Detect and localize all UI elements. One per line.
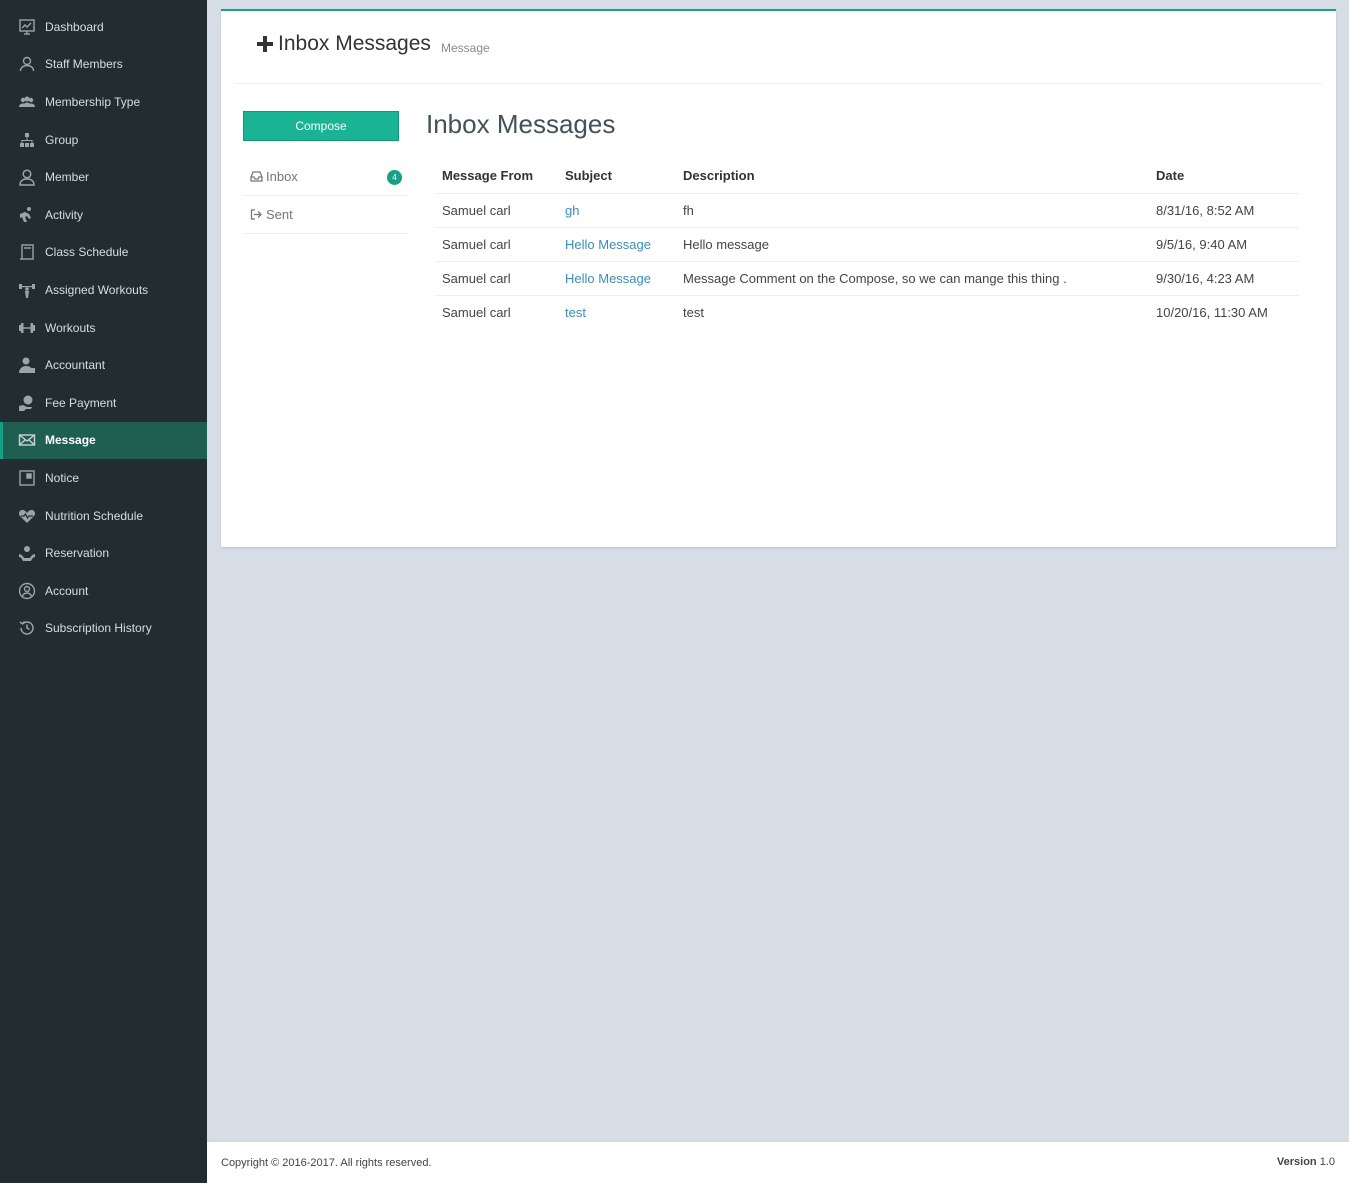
sidebar-item-label: Activity: [45, 207, 84, 222]
sidebar-item-dashboard[interactable]: Dashboard: [0, 8, 207, 46]
sidebar-item-label: Fee Payment: [45, 395, 117, 410]
message-subject-link[interactable]: test: [565, 305, 586, 320]
sidebar-item-group[interactable]: Group: [0, 121, 207, 159]
sidebar-item-label: Member: [45, 170, 90, 185]
message-from: Samuel carl: [435, 261, 558, 296]
fee-payment-icon: [17, 393, 37, 413]
footer: Copyright © 2016-2017. All rights reserv…: [207, 1141, 1349, 1183]
message-description: Message Comment on the Compose, so we ca…: [676, 261, 1149, 296]
workouts-icon: [17, 318, 37, 338]
sidebar-item-label: Membership Type: [45, 94, 141, 109]
message-icon: [17, 430, 37, 450]
message-from: Samuel carl: [442, 304, 511, 320]
accountant-icon: [17, 355, 37, 375]
message-date: 9/5/16, 9:40 AM: [1149, 227, 1299, 262]
table-row: Samuel carl test test 10/20/16, 11:30 AM: [435, 295, 1299, 329]
sidebar-item-label: Subscription History: [45, 621, 152, 636]
folder-sent[interactable]: Sent: [243, 196, 408, 234]
sidebar-item-label: Dashboard: [45, 19, 104, 34]
sidebar-item-label: Nutrition Schedule: [45, 508, 144, 523]
column-header-date: Date: [1149, 158, 1299, 194]
inbox-heading: Inbox Messages: [426, 109, 616, 139]
table-header-row: Message From Subject Description Date: [435, 158, 1299, 194]
messages-table: Message From Subject Description Date Sa…: [435, 158, 1299, 329]
sidebar: Dashboard Staff Members Membership Type …: [0, 0, 207, 1183]
column-header-from: Message From: [435, 158, 558, 194]
message-subject-link[interactable]: Hello Message: [565, 271, 651, 286]
message-subject-link[interactable]: Hello Message: [565, 237, 651, 252]
membership-icon: [17, 92, 37, 112]
staff-icon: [17, 54, 37, 74]
sidebar-item-reservation[interactable]: Reservation: [0, 534, 207, 572]
reservation-icon: [17, 543, 37, 563]
dashboard-icon: [17, 17, 37, 37]
sidebar-item-fee-payment[interactable]: Fee Payment: [0, 384, 207, 422]
table-row: Samuel carl gh fh 8/31/16, 8:52 AM: [435, 193, 1299, 228]
message-from: Samuel carl: [435, 227, 558, 262]
table-row: Samuel carl Hello Message Message Commen…: [435, 261, 1299, 296]
sent-label: Sent: [266, 207, 293, 222]
box-header: Inbox Messages Message: [235, 11, 1322, 84]
inbox-icon: [250, 170, 263, 183]
activity-icon: [17, 205, 37, 225]
message-description: Hello message: [676, 227, 1149, 262]
version-number: 1.0: [1319, 1156, 1335, 1168]
column-header-subject: Subject: [558, 158, 676, 194]
sidebar-item-label: Account: [45, 583, 89, 598]
version-label: Version: [1276, 1156, 1317, 1168]
member-icon: [17, 167, 37, 187]
sidebar-item-nutrition-schedule[interactable]: Nutrition Schedule: [0, 497, 207, 535]
sidebar-item-membership-type[interactable]: Membership Type: [0, 83, 207, 121]
notice-icon: [17, 468, 37, 488]
sidebar-item-member[interactable]: Member: [0, 158, 207, 196]
compose-button[interactable]: Compose: [243, 111, 399, 141]
sidebar-item-account[interactable]: Account: [0, 572, 207, 610]
sidebar-item-label: Class Schedule: [45, 245, 129, 260]
message-description: test: [683, 304, 704, 320]
sidebar-item-label: Reservation: [45, 546, 110, 561]
message-description: fh: [676, 193, 1149, 228]
sidebar-item-assigned-workouts[interactable]: Assigned Workouts: [0, 271, 207, 309]
sidebar-item-label: Assigned Workouts: [45, 282, 149, 297]
sidebar-item-label: Group: [45, 132, 79, 147]
sent-icon: [250, 208, 263, 221]
content-box: Inbox Messages Message Compose Inbox 4 S…: [221, 9, 1336, 547]
inbox-label: Inbox: [266, 169, 298, 184]
class-schedule-icon: [17, 242, 37, 262]
group-icon: [17, 130, 37, 150]
page-subtitle: Message: [441, 41, 490, 55]
sidebar-item-label: Notice: [45, 470, 80, 485]
folder-inbox[interactable]: Inbox 4: [243, 158, 408, 196]
sidebar-item-activity[interactable]: Activity: [0, 196, 207, 234]
message-date: 8/31/16, 8:52 AM: [1149, 193, 1299, 228]
sidebar-item-accountant[interactable]: Accountant: [0, 346, 207, 384]
sidebar-item-workouts[interactable]: Workouts: [0, 309, 207, 347]
version-info: Version 1.0: [1277, 1156, 1335, 1168]
nutrition-icon: [17, 506, 37, 526]
page-title: Inbox Messages: [278, 32, 431, 55]
message-date: 9/30/16, 4:23 AM: [1149, 261, 1299, 296]
column-header-description: Description: [676, 158, 1149, 194]
message-subject-link[interactable]: gh: [565, 203, 579, 218]
sidebar-item-label: Staff Members: [45, 57, 123, 72]
sidebar-item-notice[interactable]: Notice: [0, 459, 207, 497]
copyright-text: Copyright © 2016-2017. All rights reserv…: [221, 1157, 432, 1169]
sidebar-item-message[interactable]: Message: [0, 421, 207, 460]
message-from: Samuel carl: [435, 193, 558, 228]
account-icon: [17, 581, 37, 601]
sidebar-item-label: Workouts: [45, 320, 96, 335]
subscription-history-icon: [17, 618, 37, 638]
inbox-count-badge: 4: [387, 170, 402, 185]
sidebar-item-label: Message: [45, 433, 96, 448]
assigned-workouts-icon: [17, 280, 37, 300]
sidebar-item-class-schedule[interactable]: Class Schedule: [0, 234, 207, 272]
plus-icon: [256, 35, 274, 53]
sidebar-item-staff-members[interactable]: Staff Members: [0, 46, 207, 84]
sidebar-item-label: Accountant: [45, 358, 106, 373]
table-row: Samuel carl Hello Message Hello message …: [435, 227, 1299, 262]
message-date: 10/20/16, 11:30 AM: [1156, 304, 1268, 320]
sidebar-item-subscription-history[interactable]: Subscription History: [0, 610, 207, 648]
